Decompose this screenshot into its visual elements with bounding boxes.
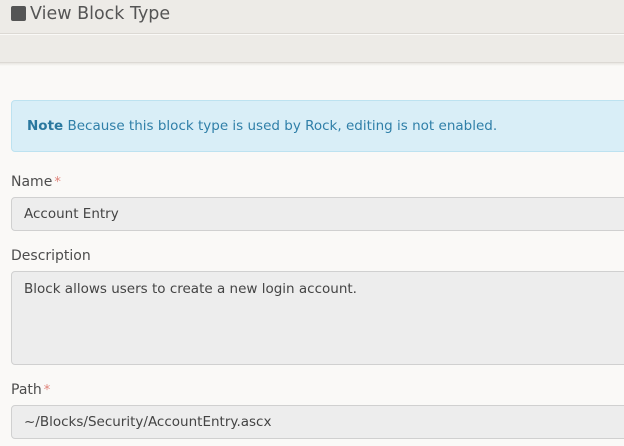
panel-heading: View Block Type xyxy=(0,0,624,34)
alert-strong: Note xyxy=(27,118,64,134)
description-label: Description xyxy=(11,247,91,265)
page-title: View Block Type xyxy=(30,4,171,24)
path-label: Path * xyxy=(11,381,50,400)
description-value: Block allows users to create a new login… xyxy=(24,281,357,297)
square-icon xyxy=(11,6,26,21)
toolbar-shadow xyxy=(0,63,624,66)
required-marker: * xyxy=(54,175,61,190)
name-value: Account Entry xyxy=(24,206,119,222)
info-alert: Note Because this block type is used by … xyxy=(11,100,624,152)
required-marker: * xyxy=(43,383,51,398)
path-value: ~/Blocks/Security/AccountEntry.ascx xyxy=(24,414,272,430)
name-field[interactable]: Account Entry xyxy=(11,197,624,231)
description-field[interactable]: Block allows users to create a new login… xyxy=(11,271,624,365)
panel-toolbar xyxy=(0,35,624,63)
path-label-text: Path xyxy=(11,382,42,398)
name-label-text: Name xyxy=(11,174,53,190)
name-label: Name * xyxy=(11,173,61,192)
description-label-text: Description xyxy=(11,248,91,264)
alert-message: Because this block type is used by Rock,… xyxy=(67,118,498,134)
path-field[interactable]: ~/Blocks/Security/AccountEntry.ascx xyxy=(11,405,624,439)
